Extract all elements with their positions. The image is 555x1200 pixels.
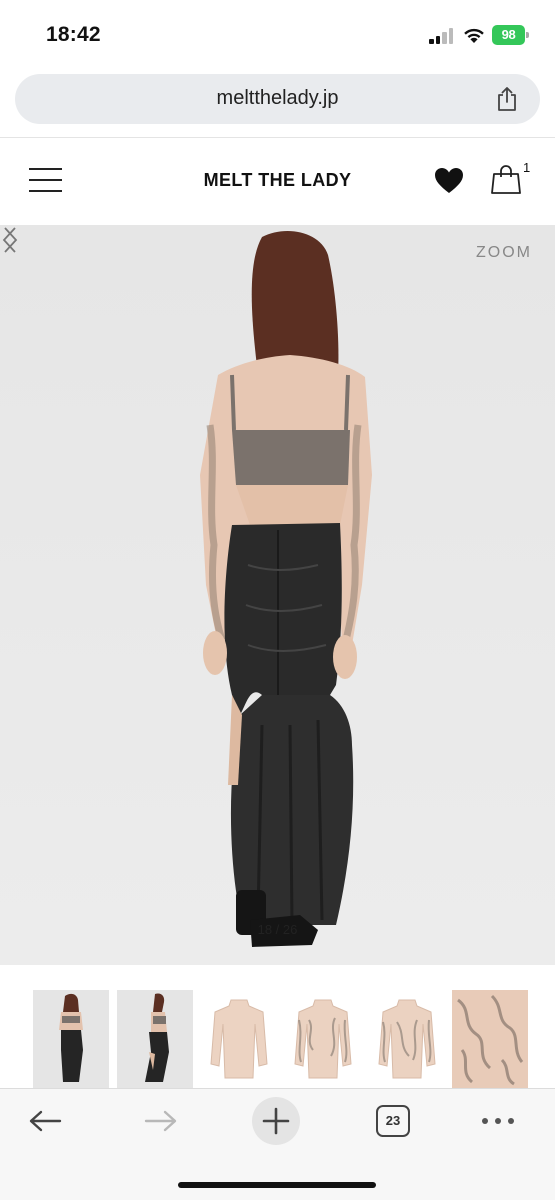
wifi-icon xyxy=(464,28,484,43)
battery-icon: 98 xyxy=(492,25,529,45)
thumb-model-side[interactable] xyxy=(117,990,193,1088)
status-bar: 18:42 98 xyxy=(0,0,555,70)
model-photo xyxy=(0,225,555,965)
site-header: MELT THE LADY 1 xyxy=(0,138,555,225)
address-bar[interactable]: meltthelady.jp xyxy=(15,74,540,124)
zoom-button[interactable]: ZOOM xyxy=(476,244,532,262)
tabs-button[interactable]: 23 xyxy=(376,1105,410,1137)
thumb-top-print-back[interactable] xyxy=(369,990,445,1088)
home-indicator xyxy=(178,1182,376,1188)
url-text[interactable]: meltthelady.jp xyxy=(15,87,540,110)
image-counter: 18 / 26 xyxy=(257,922,298,937)
cart-count: 1 xyxy=(523,160,531,175)
battery-level: 98 xyxy=(492,25,525,45)
thumb-fabric-detail[interactable] xyxy=(452,990,528,1088)
thumb-top-print-front[interactable] xyxy=(285,990,361,1088)
back-arrow-icon[interactable] xyxy=(28,1109,62,1133)
heart-icon[interactable] xyxy=(434,167,464,194)
more-icon[interactable] xyxy=(482,1118,516,1126)
clock: 18:42 xyxy=(46,23,101,46)
cellular-signal-icon xyxy=(429,28,455,44)
brand-logo[interactable]: MELT THE LADY xyxy=(0,170,555,191)
new-tab-button[interactable] xyxy=(252,1097,300,1145)
shopping-bag-icon[interactable] xyxy=(490,163,522,195)
product-image[interactable]: ZOOM 18 / 26 xyxy=(0,225,555,965)
forward-arrow-icon[interactable] xyxy=(144,1109,178,1133)
plus-icon xyxy=(262,1107,290,1135)
thumb-top-plain[interactable] xyxy=(201,990,277,1088)
share-icon[interactable] xyxy=(495,86,519,112)
thumbnail-strip xyxy=(0,965,555,1088)
chevron-right-icon[interactable] xyxy=(0,225,20,255)
thumb-model-back[interactable] xyxy=(33,990,109,1088)
